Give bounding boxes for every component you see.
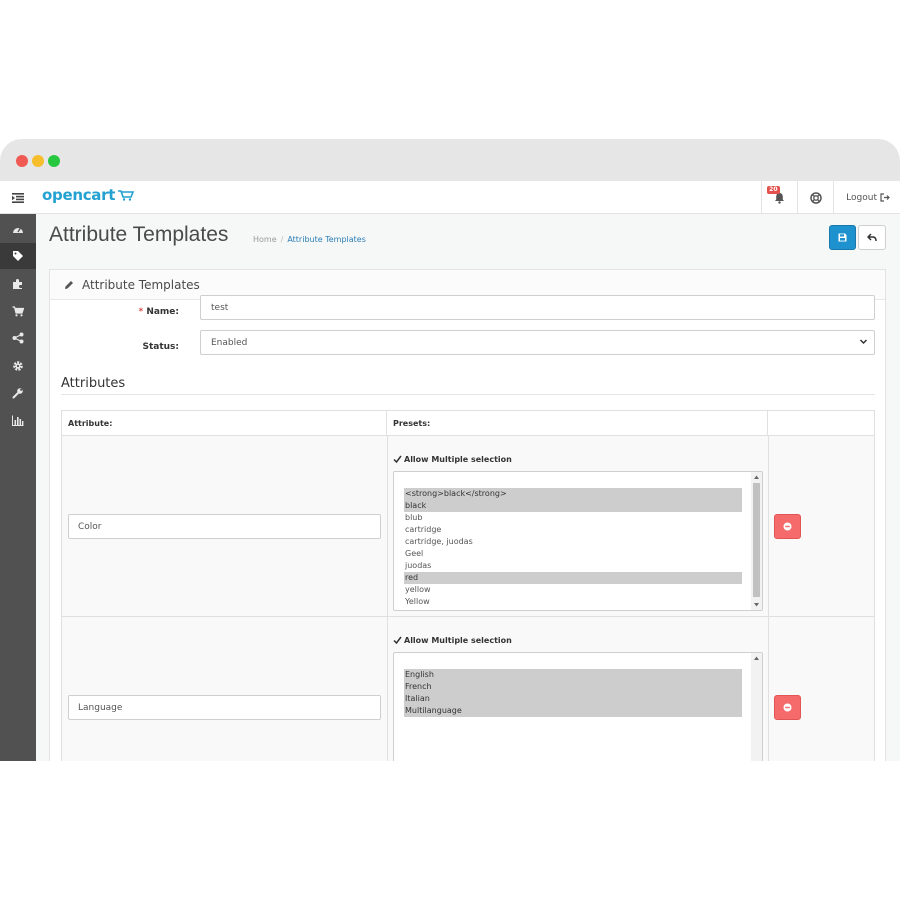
preset-option[interactable]: French	[404, 681, 742, 693]
sign-out-icon	[880, 193, 890, 202]
wrench-icon	[12, 388, 23, 399]
breadcrumb-separator: /	[280, 235, 284, 244]
checkmark-icon	[393, 455, 402, 464]
reply-icon	[867, 233, 877, 242]
preset-option[interactable]: English	[404, 669, 742, 681]
table-row: Language Allow Multiple selection Englis…	[62, 616, 874, 761]
preset-option[interactable]: Multilanguage	[404, 705, 742, 717]
table-row: Color Allow Multiple selection <strong>b…	[62, 435, 874, 617]
pencil-icon	[65, 280, 73, 289]
preset-option[interactable]: Italian	[404, 693, 742, 705]
menu-toggle-button[interactable]	[0, 181, 36, 214]
section-divider	[61, 394, 875, 395]
sidebar-item-reports[interactable]	[0, 407, 36, 433]
sidebar-item-system[interactable]	[0, 353, 36, 379]
listbox-scrollbar[interactable]	[751, 472, 762, 610]
preset-option[interactable]: cartridge, juodas	[404, 536, 742, 548]
window-titlebar	[0, 139, 900, 181]
attribute-name-input[interactable]: Language	[68, 695, 381, 720]
name-input-value: test	[211, 302, 229, 313]
cart-logo-icon	[118, 190, 135, 201]
column-header-presets: Presets:	[387, 411, 768, 435]
allow-multiple-label: Allow Multiple selection	[404, 455, 512, 464]
attribute-template-panel: Attribute Templates * Name: test Status:…	[49, 269, 886, 761]
column-header-actions	[768, 411, 874, 435]
menu-indent-icon	[12, 192, 24, 203]
minus-circle-icon	[783, 703, 792, 712]
status-select-value: Enabled	[211, 337, 248, 348]
scroll-thumb[interactable]	[753, 483, 760, 597]
preset-option[interactable]: yellow	[404, 584, 742, 596]
share-icon	[12, 332, 24, 344]
preset-option[interactable]: juodas	[404, 560, 742, 572]
presets-listbox[interactable]: <strong>black</strong> black blub cartri…	[393, 471, 763, 611]
status-label: Status:	[142, 342, 179, 352]
floppy-disk-icon	[838, 233, 847, 242]
attribute-name-value: Language	[78, 702, 123, 713]
scroll-down-arrow-icon	[754, 603, 759, 607]
sidebar-item-tools[interactable]	[0, 380, 36, 406]
attributes-table: Attribute: Presets: Color Allow Multiple…	[61, 410, 875, 761]
scroll-up-arrow-icon	[754, 475, 759, 479]
preset-option[interactable]: black	[404, 500, 742, 512]
allow-multiple-checkbox[interactable]: Allow Multiple selection	[393, 455, 512, 464]
top-navbar: opencart 20 Logout	[0, 181, 900, 214]
name-input[interactable]: test	[200, 295, 875, 320]
breadcrumb-current[interactable]: Attribute Templates	[287, 235, 366, 244]
page-title: Attribute Templates	[49, 223, 229, 246]
listbox-scrollbar[interactable]	[751, 653, 762, 761]
cart-icon	[12, 305, 24, 316]
logo-text: opencart	[42, 186, 116, 204]
puzzle-icon	[13, 279, 22, 289]
chart-icon	[12, 415, 24, 426]
presets-listbox[interactable]: English French Italian Multilanguage	[393, 652, 763, 761]
preset-option[interactable]: Geel	[404, 548, 742, 560]
status-select[interactable]: Enabled	[200, 330, 875, 355]
panel-title: Attribute Templates	[82, 277, 200, 292]
preset-option[interactable]: blub	[404, 512, 742, 524]
sidebar-item-marketing[interactable]	[0, 325, 36, 351]
scroll-up-arrow-icon	[754, 656, 759, 660]
preset-option[interactable]: <strong>black</strong>	[404, 488, 742, 500]
logout-label: Logout	[846, 192, 877, 203]
maximize-window-button[interactable]	[48, 155, 60, 167]
dashboard-icon	[13, 227, 23, 233]
checkmark-icon	[393, 636, 402, 645]
breadcrumb: Home / Attribute Templates	[253, 235, 366, 244]
sidebar-item-catalog[interactable]	[0, 243, 36, 269]
preset-option[interactable]: cartridge	[404, 524, 742, 536]
attribute-name-value: Color	[78, 521, 102, 532]
left-sidebar	[0, 214, 36, 761]
main-content: Attribute Templates Home / Attribute Tem…	[36, 214, 900, 761]
sidebar-item-extensions[interactable]	[0, 271, 36, 297]
preset-option[interactable]: Yellow	[404, 596, 742, 608]
breadcrumb-home[interactable]: Home	[253, 235, 277, 244]
allow-multiple-label: Allow Multiple selection	[404, 636, 512, 645]
column-header-attribute: Attribute:	[62, 411, 387, 435]
chevron-down-icon	[859, 339, 868, 345]
minimize-window-button[interactable]	[32, 155, 44, 167]
notification-badge: 20	[767, 186, 780, 194]
attribute-name-input[interactable]: Color	[68, 514, 381, 539]
remove-attribute-button[interactable]	[774, 514, 801, 539]
close-window-button[interactable]	[16, 155, 28, 167]
preset-option[interactable]: red	[404, 572, 742, 584]
gear-icon	[13, 361, 23, 371]
remove-attribute-button[interactable]	[774, 695, 801, 720]
name-label: * Name:	[138, 307, 179, 317]
minus-circle-icon	[783, 522, 792, 531]
life-ring-icon	[809, 191, 822, 204]
notifications-button[interactable]: 20	[761, 181, 797, 214]
attributes-section-title: Attributes	[61, 376, 126, 391]
opencart-logo[interactable]: opencart	[42, 186, 135, 204]
save-button[interactable]	[829, 225, 856, 250]
browser-window: opencart 20 Logout Attribute Templates H…	[0, 139, 900, 761]
sidebar-item-sales[interactable]	[0, 298, 36, 324]
allow-multiple-checkbox[interactable]: Allow Multiple selection	[393, 636, 512, 645]
help-button[interactable]	[797, 181, 833, 214]
sidebar-item-dashboard[interactable]	[0, 216, 36, 242]
tags-icon	[13, 251, 23, 261]
back-button[interactable]	[858, 225, 886, 250]
logout-link[interactable]: Logout	[833, 181, 900, 214]
